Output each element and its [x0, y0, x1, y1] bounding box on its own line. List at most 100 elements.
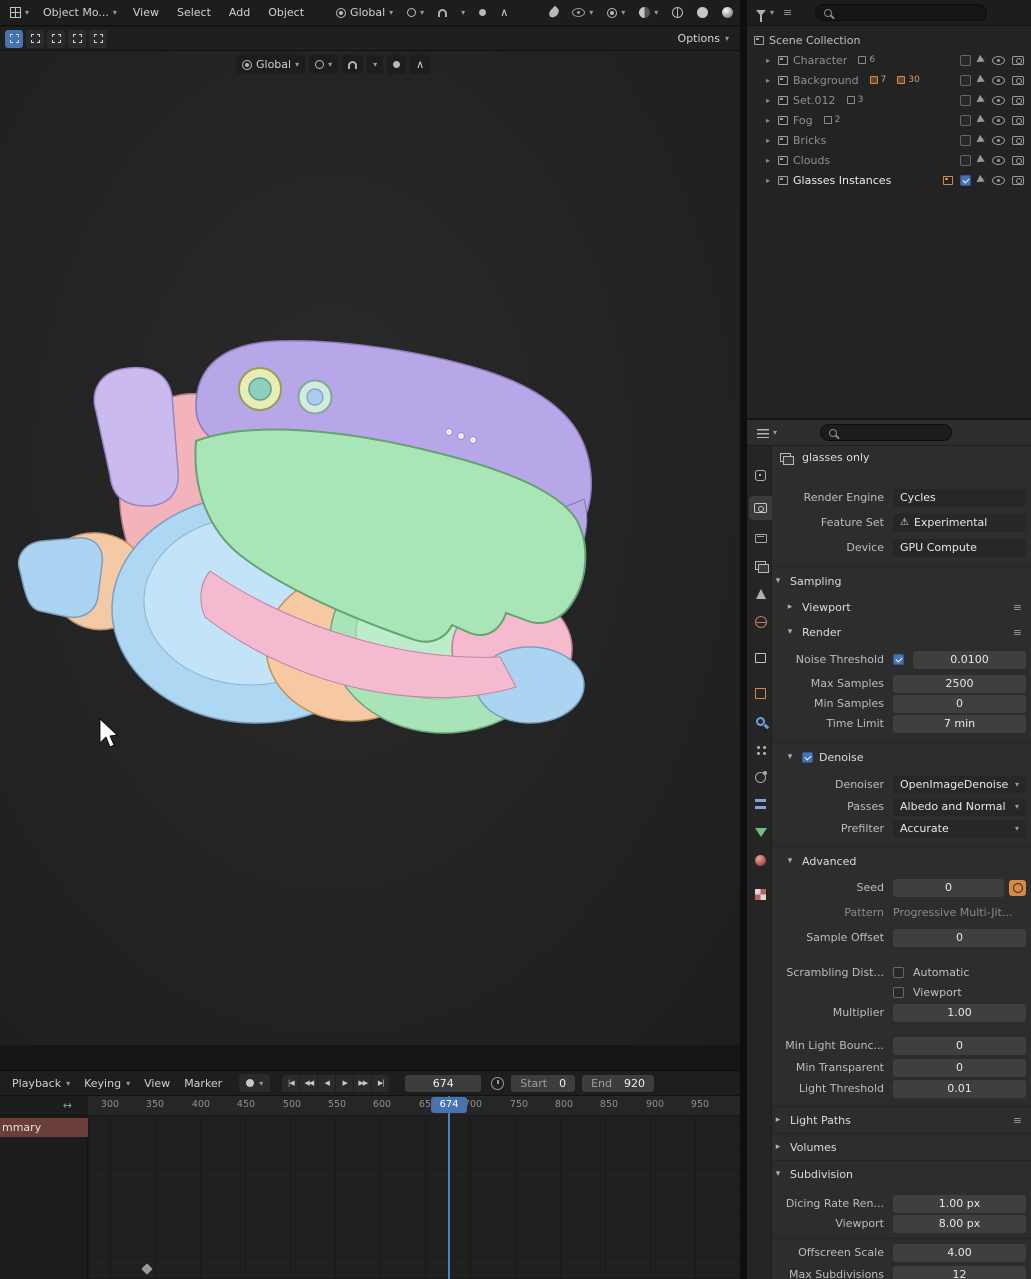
preset-menu-icon[interactable]: ≡: [1013, 626, 1022, 639]
shading-material-button[interactable]: [716, 3, 739, 23]
playback-menu[interactable]: Playback ▾: [5, 1077, 77, 1090]
outliner-row-character[interactable]: ▸ Character 6: [749, 50, 1029, 70]
tab-modifiers[interactable]: [749, 709, 772, 733]
disclosure-triangle-icon[interactable]: ▸: [763, 156, 773, 165]
menu-select[interactable]: Select: [169, 6, 219, 19]
disable-render-toggle-icon[interactable]: [1012, 115, 1024, 125]
selectable-toggle-icon[interactable]: [976, 94, 987, 106]
tab-collection[interactable]: [749, 646, 772, 670]
menu-object[interactable]: Object: [260, 6, 312, 19]
summary-channel[interactable]: mmary: [0, 1118, 88, 1137]
display-mode-icon[interactable]: ≡: [783, 6, 792, 19]
viewport-proportional-toggle[interactable]: [387, 55, 407, 74]
jump-to-start-button[interactable]: |◀: [282, 1074, 300, 1092]
exclude-checkbox[interactable]: [960, 74, 971, 86]
hide-viewport-toggle-icon[interactable]: [992, 55, 1005, 65]
device-dropdown[interactable]: GPU Compute: [893, 539, 1026, 557]
noise-threshold-field[interactable]: 0.0100: [913, 651, 1026, 669]
disable-render-toggle-icon[interactable]: [1012, 175, 1024, 185]
marker-menu[interactable]: Marker: [177, 1077, 229, 1090]
disclosure-triangle-icon[interactable]: ▸: [763, 96, 773, 105]
viewlayer-name[interactable]: glasses only: [802, 448, 870, 468]
multiplier-field[interactable]: 1.00: [893, 1004, 1026, 1022]
tab-texture[interactable]: [749, 882, 772, 906]
select-mode-button[interactable]: [89, 29, 107, 48]
selectable-toggle-icon[interactable]: [976, 154, 987, 166]
outliner-row-background[interactable]: ▸ Background 7 30: [749, 70, 1029, 90]
max-subdivisions-field[interactable]: 12: [893, 1266, 1026, 1279]
menu-add[interactable]: Add: [221, 6, 258, 19]
preset-menu-icon[interactable]: ≡: [1013, 601, 1022, 614]
tab-scene[interactable]: [749, 582, 772, 606]
auto-keying-button[interactable]: ▾: [239, 1074, 271, 1092]
tab-render[interactable]: [749, 496, 772, 520]
collection-name[interactable]: Scene Collection: [769, 34, 860, 47]
subsection-denoise[interactable]: ▾ Denoise: [772, 746, 1031, 768]
hide-viewport-toggle-icon[interactable]: [992, 115, 1005, 125]
editor-type-button[interactable]: ▾: [4, 3, 35, 23]
selectable-toggle-icon[interactable]: [976, 54, 987, 66]
subsection-viewport[interactable]: ▸ Viewport ≡: [772, 596, 1031, 618]
section-sampling[interactable]: ▾ Sampling: [772, 570, 1031, 592]
gizmos-dropdown[interactable]: ▾: [601, 3, 631, 23]
disclosure-triangle-icon[interactable]: ▸: [763, 136, 773, 145]
select-box-tool-button[interactable]: [5, 29, 23, 48]
disclosure-triangle-icon[interactable]: ▸: [763, 116, 773, 125]
outliner-row-bricks[interactable]: ▸ Bricks: [749, 130, 1029, 150]
pivot-point-dropdown[interactable]: ▾: [401, 3, 430, 23]
viewport-falloff-dropdown[interactable]: ∧: [410, 55, 431, 74]
passes-dropdown[interactable]: Albedo and Normal ▾: [893, 798, 1026, 816]
outliner-editor-type-button[interactable]: ▾: [754, 3, 776, 23]
shading-wireframe-button[interactable]: [666, 3, 689, 23]
properties-search-input[interactable]: [820, 424, 953, 441]
viewport-3d[interactable]: Global ▾ ▾ ▾ ∧: [0, 51, 740, 1045]
tab-tool[interactable]: [749, 463, 772, 487]
collection-name[interactable]: Fog: [793, 114, 813, 127]
frame-end-field[interactable]: End 920: [582, 1074, 655, 1092]
mode-dropdown[interactable]: Object Mo... ▾: [37, 3, 123, 23]
overlays-dropdown[interactable]: ▾: [633, 3, 664, 23]
shading-solid-button[interactable]: [691, 3, 714, 23]
hide-viewport-toggle-icon[interactable]: [992, 175, 1005, 185]
collection-name[interactable]: Background: [793, 74, 859, 87]
prefilter-dropdown[interactable]: Accurate ▾: [893, 820, 1026, 838]
exclude-checkbox[interactable]: [960, 154, 971, 166]
frame-start-field[interactable]: Start 0: [511, 1074, 576, 1092]
timeline-ruler[interactable]: 300 350 400 450 500 550 600 650 700 750 …: [0, 1096, 740, 1116]
sample-offset-field[interactable]: 0: [893, 929, 1026, 947]
animated-seed-button[interactable]: [1009, 880, 1026, 896]
expand-channels-icon[interactable]: ↔: [63, 1099, 72, 1112]
tab-constraints[interactable]: [749, 792, 772, 816]
selectable-toggle-icon[interactable]: [976, 114, 987, 126]
annotate-tool-button[interactable]: [544, 3, 564, 23]
disclosure-triangle-icon[interactable]: ▸: [763, 76, 773, 85]
exclude-checkbox[interactable]: [960, 114, 971, 126]
tab-world[interactable]: [749, 610, 772, 634]
disclosure-triangle-icon[interactable]: ▸: [763, 176, 773, 185]
outliner-row-clouds[interactable]: ▸ Clouds: [749, 150, 1029, 170]
min-samples-field[interactable]: 0: [893, 695, 1026, 713]
collection-name[interactable]: Clouds: [793, 154, 830, 167]
collection-name[interactable]: Glasses Instances: [793, 174, 891, 187]
dicing-viewport-field[interactable]: 8.00 px: [893, 1215, 1026, 1233]
snap-toggle[interactable]: [432, 3, 453, 23]
hide-viewport-toggle-icon[interactable]: [992, 75, 1005, 85]
exclude-checkbox[interactable]: [960, 94, 971, 106]
playhead-frame-badge[interactable]: 674: [431, 1097, 467, 1113]
snap-settings-dropdown[interactable]: ▾: [455, 3, 471, 23]
viewport-snap-toggle[interactable]: [342, 55, 364, 74]
disable-render-toggle-icon[interactable]: [1012, 55, 1024, 65]
options-dropdown[interactable]: Options ▾: [678, 32, 735, 45]
keyframe-area[interactable]: [88, 1116, 740, 1279]
offscreen-scale-field[interactable]: 4.00: [893, 1244, 1026, 1262]
selectable-toggle-icon[interactable]: [976, 134, 987, 146]
current-frame-field[interactable]: 674: [405, 1074, 482, 1092]
timeline-body[interactable]: mmary: [0, 1116, 740, 1279]
editor-splitter[interactable]: [740, 0, 747, 1279]
viewport-snap-settings[interactable]: ▾: [367, 55, 384, 74]
denoise-checkbox[interactable]: [802, 751, 813, 763]
play-button[interactable]: ▶: [336, 1074, 354, 1092]
tab-view-layer[interactable]: [749, 554, 772, 578]
scrambling-automatic-checkbox[interactable]: [893, 967, 904, 978]
visibility-dropdown[interactable]: ▾: [566, 3, 599, 23]
